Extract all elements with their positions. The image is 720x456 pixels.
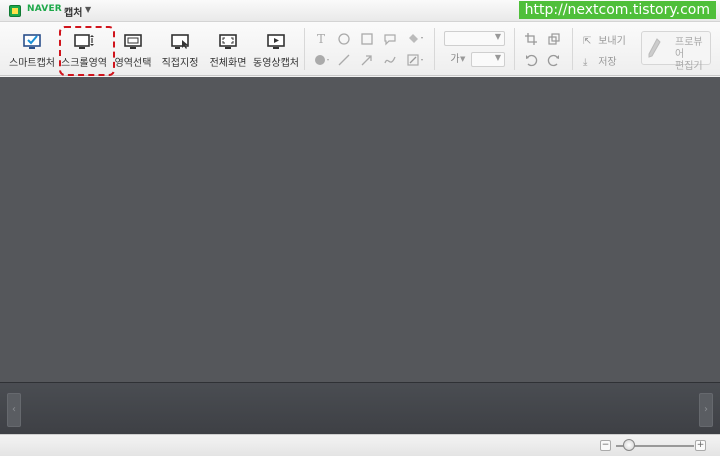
save-button[interactable]: ⤓ 저장 [583,53,617,68]
undo-icon[interactable] [524,53,538,67]
strip-next-button[interactable]: › [699,393,713,427]
separator [434,28,435,70]
smart-capture-button[interactable]: 스마트캡처 [6,28,58,72]
stroke-color-icon[interactable] [406,53,426,67]
title-bar: NAVER 캡처 ▼ http://nextcom.tistory.com [0,0,720,22]
region-select-icon [124,34,142,49]
scroll-area-highlight [59,26,115,76]
line-tool-icon[interactable] [337,53,351,67]
font-size-select[interactable]: ▼ [471,52,505,67]
pen-icon [648,38,661,58]
smart-capture-label: 스마트캡처 [9,58,55,69]
fullscreen-button[interactable]: 전체화면 [202,28,254,72]
thumbnail-strip: ‹ › [0,382,720,434]
font-family-select[interactable]: ▼ [444,31,505,46]
watermark: http://nextcom.tistory.com [518,1,716,19]
brand-label: NAVER [27,4,62,14]
crop-icon[interactable] [524,32,538,46]
zoom-in-button[interactable]: + [695,440,706,451]
text-tool-icon[interactable]: T [314,32,328,46]
download-icon: ⤓ [583,57,588,68]
send-button[interactable]: ⇱ 보내기 [583,32,626,47]
chevron-down-icon: ▼ [494,53,501,62]
send-label: 보내기 [598,36,626,47]
video-capture-label: 동영상캡처 [253,58,299,69]
brush-icon[interactable] [314,53,332,67]
ellipse-tool-icon[interactable] [337,32,351,46]
fill-color-icon[interactable] [406,32,426,46]
video-capture-button[interactable]: 동영상캡처 [250,28,302,72]
proview-editor-label: 프로뷰어 편집기 [675,37,703,72]
app-name[interactable]: 캡처 [64,4,82,19]
share-icon: ⇱ [583,36,592,47]
zoom-slider-thumb[interactable] [622,439,635,451]
direct-select-label: 직접지정 [161,58,199,69]
separator [572,28,573,70]
fullscreen-icon [219,34,237,49]
resize-icon[interactable] [547,32,561,46]
save-label: 저장 [598,57,617,68]
direct-select-button[interactable]: 직접지정 [154,28,206,72]
fullscreen-label: 전체화면 [209,58,247,69]
direct-select-icon [171,34,189,49]
rectangle-tool-icon[interactable] [360,32,374,46]
strip-prev-button[interactable]: ‹ [7,393,21,427]
separator [304,28,305,70]
speech-bubble-tool-icon[interactable] [383,32,397,46]
status-bar: − + [0,434,720,456]
smart-capture-icon [23,34,41,49]
video-capture-icon [267,34,285,49]
app-logo-icon [9,5,21,17]
redo-icon[interactable] [547,53,561,67]
proview-editor-button[interactable]: 프로뷰어 편집기 [641,31,711,72]
capture-canvas[interactable] [0,77,720,382]
separator [514,28,515,70]
zoom-out-button[interactable]: − [600,440,611,451]
arrow-tool-icon[interactable] [360,53,374,67]
chevron-down-icon[interactable]: ▼ [460,55,465,63]
chevron-down-icon[interactable]: ▼ [85,5,91,14]
chevron-down-icon: ▼ [494,32,501,41]
freehand-tool-icon[interactable] [383,53,397,67]
